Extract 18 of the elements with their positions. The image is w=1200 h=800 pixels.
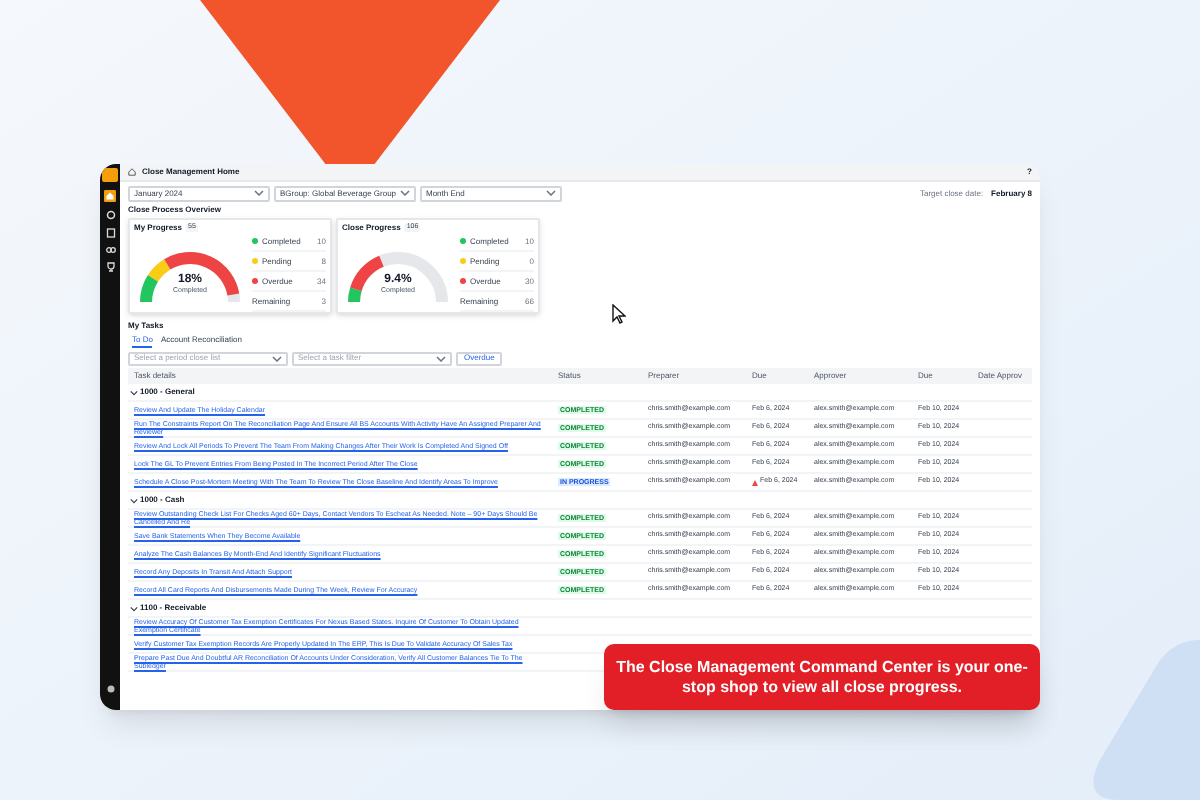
- home-icon[interactable]: [104, 190, 116, 202]
- chevron-down-icon[interactable]: [130, 605, 138, 611]
- chevron-down-icon[interactable]: [130, 389, 138, 395]
- chevron-down-icon[interactable]: [130, 497, 138, 503]
- app-logo-icon: [102, 168, 118, 182]
- document-icon[interactable]: [105, 228, 115, 238]
- gauge-chart-drawing: [134, 248, 246, 308]
- gauge-chart-drawing: [342, 248, 454, 308]
- home-icon[interactable]: [128, 168, 136, 176]
- link-icon[interactable]: [105, 246, 115, 254]
- cursor-icon: [612, 304, 626, 324]
- chevron-down-icon: [436, 355, 446, 361]
- chevron-down-icon: [400, 190, 410, 196]
- chevron-down-icon: [546, 190, 556, 196]
- trophy-icon[interactable]: [105, 262, 115, 272]
- callout-banner: The Close Management Command Center is your one-stop shop to view all close progress.: [604, 644, 1040, 710]
- chevron-down-icon: [272, 355, 282, 361]
- chevron-down-icon: [254, 190, 264, 196]
